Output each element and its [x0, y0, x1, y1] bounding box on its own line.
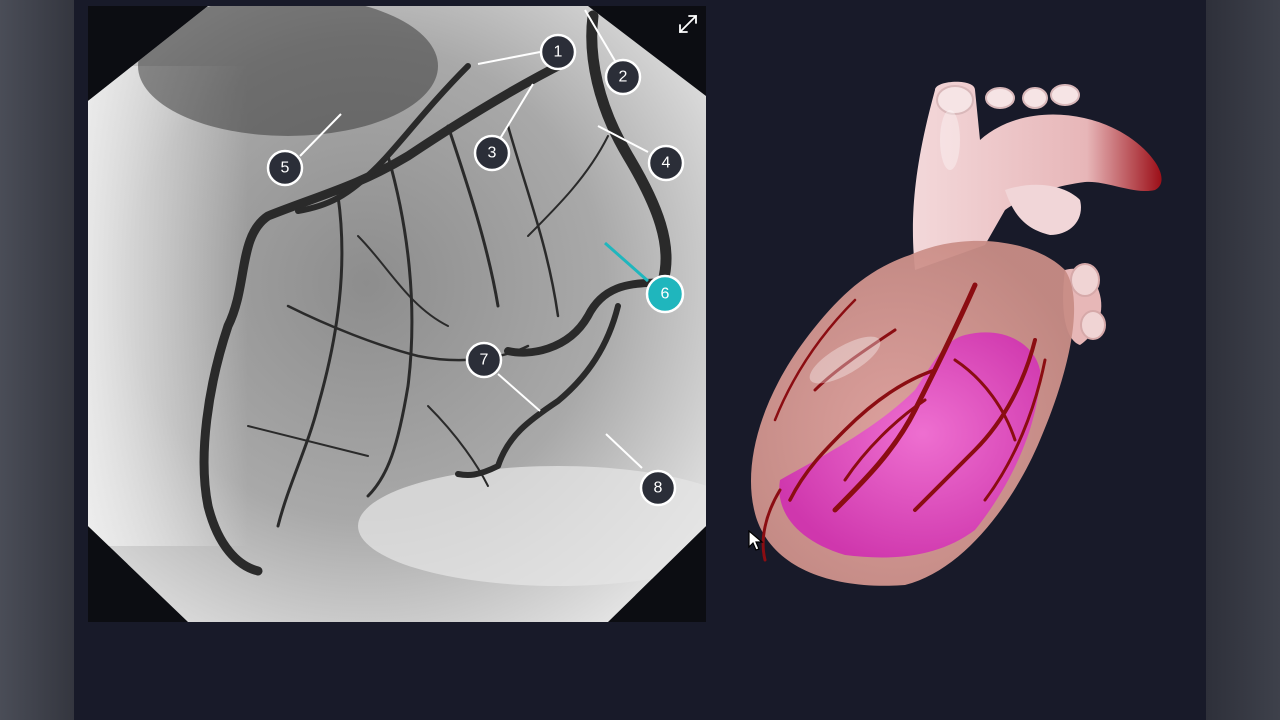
expand-arrows-icon	[679, 15, 697, 33]
marker-3[interactable]: 3	[473, 134, 511, 172]
marker-2[interactable]: 2	[604, 58, 642, 96]
marker-1-label: 1	[554, 44, 563, 61]
marker-6[interactable]: 6	[645, 274, 685, 314]
left-backdrop	[0, 0, 74, 720]
marker-2-label: 2	[619, 69, 628, 86]
expand-button[interactable]	[676, 12, 700, 36]
right-backdrop	[1206, 0, 1280, 720]
marker-5[interactable]: 5	[266, 149, 304, 187]
heart-3d-model[interactable]	[735, 70, 1175, 600]
marker-8-label: 8	[654, 480, 663, 497]
angiogram-panel: 1 2 3 4 5 6 7 8	[88, 6, 706, 622]
marker-5-label: 5	[281, 160, 290, 177]
angiogram-image: 1 2 3 4 5 6 7 8	[88, 6, 706, 622]
marker-8[interactable]: 8	[639, 469, 677, 507]
heart-illustration	[750, 81, 1162, 586]
marker-4[interactable]: 4	[647, 144, 685, 182]
marker-3-label: 3	[488, 145, 497, 162]
marker-7-label: 7	[480, 352, 489, 369]
marker-6-label: 6	[661, 286, 670, 303]
marker-4-label: 4	[662, 155, 671, 172]
mouse-cursor-icon	[748, 529, 764, 552]
marker-7[interactable]: 7	[465, 341, 503, 379]
marker-1[interactable]: 1	[539, 33, 577, 71]
